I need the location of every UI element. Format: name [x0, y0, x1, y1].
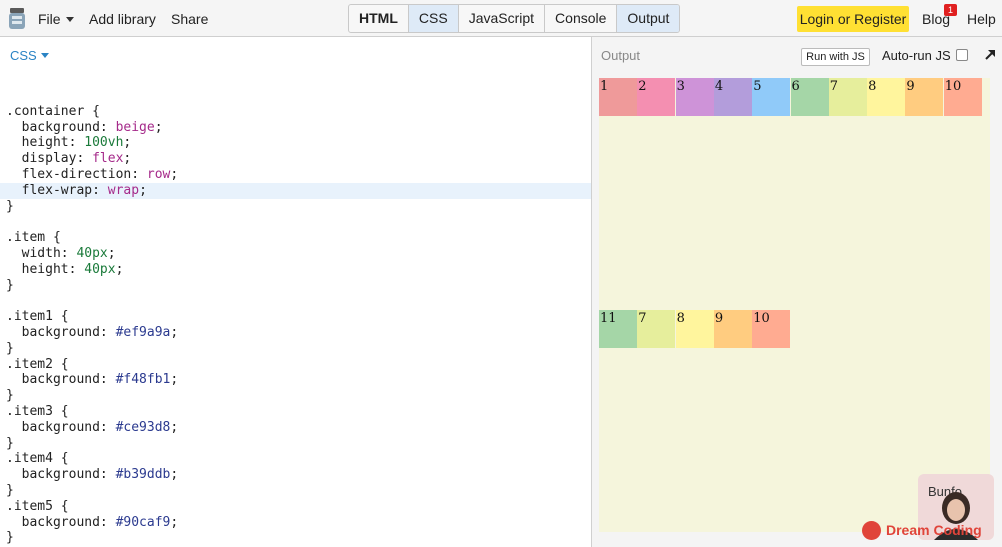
tab-html[interactable]: HTML	[349, 5, 409, 32]
code-line[interactable]: .item4 {	[0, 451, 591, 467]
code-line[interactable]: background: #f48fb1;	[0, 372, 591, 388]
code-line[interactable]	[0, 214, 591, 230]
tab-output[interactable]: Output	[617, 5, 680, 32]
code-line[interactable]: }	[0, 199, 591, 215]
file-menu[interactable]: File	[38, 11, 74, 27]
add-library-menu[interactable]: Add library	[89, 11, 156, 27]
flex-item: 10	[943, 78, 982, 116]
code-line[interactable]: height: 100vh;	[0, 135, 591, 151]
code-line[interactable]	[0, 293, 591, 309]
css-panel-label: CSS	[10, 48, 37, 63]
flex-item: 3	[675, 78, 714, 116]
flex-item: 7	[828, 78, 867, 116]
code-line[interactable]: flex-wrap: wrap;	[0, 182, 591, 199]
flex-item: 4	[713, 78, 752, 116]
code-line[interactable]: width: 40px;	[0, 246, 591, 262]
code-line[interactable]: }	[0, 388, 591, 404]
code-line[interactable]: background: #ef9a9a;	[0, 325, 591, 341]
flex-item: 2	[637, 78, 676, 116]
share-menu[interactable]: Share	[171, 11, 208, 27]
css-editor-pane[interactable]: CSS .container { background: beige; heig…	[0, 37, 591, 547]
flex-item: 6	[790, 78, 829, 116]
tab-javascript[interactable]: JavaScript	[459, 5, 546, 32]
file-menu-label: File	[38, 11, 61, 27]
chevron-down-icon	[40, 53, 49, 58]
run-with-js-button[interactable]: Run with JS	[801, 48, 870, 66]
flex-item: 7	[637, 310, 676, 348]
code-line[interactable]: height: 40px;	[0, 262, 591, 278]
code-line[interactable]: flex-direction: row;	[0, 167, 591, 183]
panel-tabs: HTML CSS JavaScript Console Output	[348, 4, 681, 33]
code-line[interactable]: .item {	[0, 230, 591, 246]
output-panel-label: Output	[601, 48, 641, 63]
code-line[interactable]: .item2 {	[0, 357, 591, 373]
flex-item: 5	[752, 78, 791, 116]
flex-item: 9	[905, 78, 944, 116]
code-line[interactable]: display: flex;	[0, 151, 591, 167]
top-bar: File Add library Share HTML CSS JavaScri…	[0, 0, 1002, 37]
flex-item: 8	[867, 78, 906, 116]
code-area[interactable]: .container { background: beige; height: …	[0, 88, 591, 546]
login-register-button[interactable]: Login or Register	[797, 6, 909, 32]
code-line[interactable]: }	[0, 436, 591, 452]
brand-name: Dream Coding	[886, 522, 982, 538]
flex-item: 11	[599, 310, 637, 348]
auto-run-js-label: Auto-run JS	[882, 48, 951, 63]
code-line[interactable]: }	[0, 483, 591, 499]
auto-run-js-checkbox[interactable]	[956, 49, 968, 61]
css-panel-dropdown[interactable]: CSS	[10, 48, 49, 63]
output-pane: Output Run with JS Auto-run JS 123456789…	[592, 37, 1002, 547]
flex-item: 9	[713, 310, 752, 348]
code-line[interactable]: background: #b39ddb;	[0, 467, 591, 483]
help-link[interactable]: Help	[967, 11, 996, 27]
code-line[interactable]: background: beige;	[0, 120, 591, 136]
expand-arrow-icon[interactable]	[984, 48, 997, 61]
flex-item: 1	[599, 78, 637, 116]
code-line[interactable]	[0, 88, 591, 104]
blog-notification-badge: 1	[944, 4, 957, 16]
code-line[interactable]: }	[0, 530, 591, 546]
jsbin-logo-icon[interactable]	[8, 6, 26, 31]
brand-logo-icon	[862, 521, 881, 540]
output-preview-container: 1 2 3 4 5 6 7 8 9 10 11 7 8 9 10	[599, 78, 990, 532]
code-line[interactable]: }	[0, 278, 591, 294]
chevron-down-icon	[65, 17, 74, 22]
code-line[interactable]: .item1 {	[0, 309, 591, 325]
code-line[interactable]: .container {	[0, 104, 591, 120]
code-line[interactable]: .item3 {	[0, 404, 591, 420]
code-line[interactable]: }	[0, 341, 591, 357]
tab-console[interactable]: Console	[545, 5, 618, 32]
code-line[interactable]: .item5 {	[0, 499, 591, 515]
code-line[interactable]: background: #ce93d8;	[0, 420, 591, 436]
code-line[interactable]: background: #90caf9;	[0, 515, 591, 531]
tab-css[interactable]: CSS	[408, 5, 459, 32]
flex-item: 8	[675, 310, 714, 348]
flex-item: 10	[752, 310, 791, 348]
